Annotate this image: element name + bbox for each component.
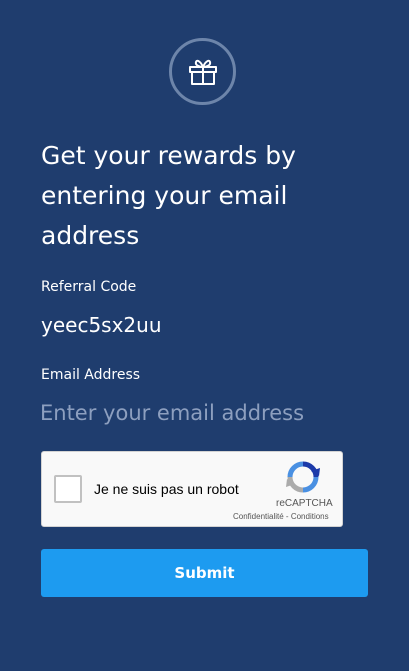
email-address-label: Email Address: [41, 367, 141, 383]
recaptcha-label: Je ne suis pas un robot: [94, 481, 239, 497]
recaptcha-checkbox[interactable]: [54, 475, 82, 503]
recaptcha-links: Confidentialité - Conditions: [233, 512, 329, 521]
recaptcha-logo-icon: [286, 461, 320, 493]
recaptcha-brand: reCAPTCHA: [276, 498, 333, 509]
referral-code-label: Referral Code: [41, 279, 137, 295]
email-input[interactable]: [40, 396, 370, 430]
referral-code-value: yeec5sx2uu: [41, 313, 162, 337]
recaptcha-terms-link[interactable]: Conditions: [291, 512, 329, 521]
submit-button[interactable]: Submit: [41, 549, 368, 597]
gift-badge: [169, 38, 236, 105]
recaptcha-link-separator: -: [283, 512, 291, 521]
recaptcha-widget: Je ne suis pas un robot reCAPTCHA Confid…: [41, 451, 343, 527]
page-heading: Get your rewards by entering your email …: [41, 141, 296, 250]
gift-icon: [188, 59, 217, 85]
recaptcha-privacy-link[interactable]: Confidentialité: [233, 512, 284, 521]
